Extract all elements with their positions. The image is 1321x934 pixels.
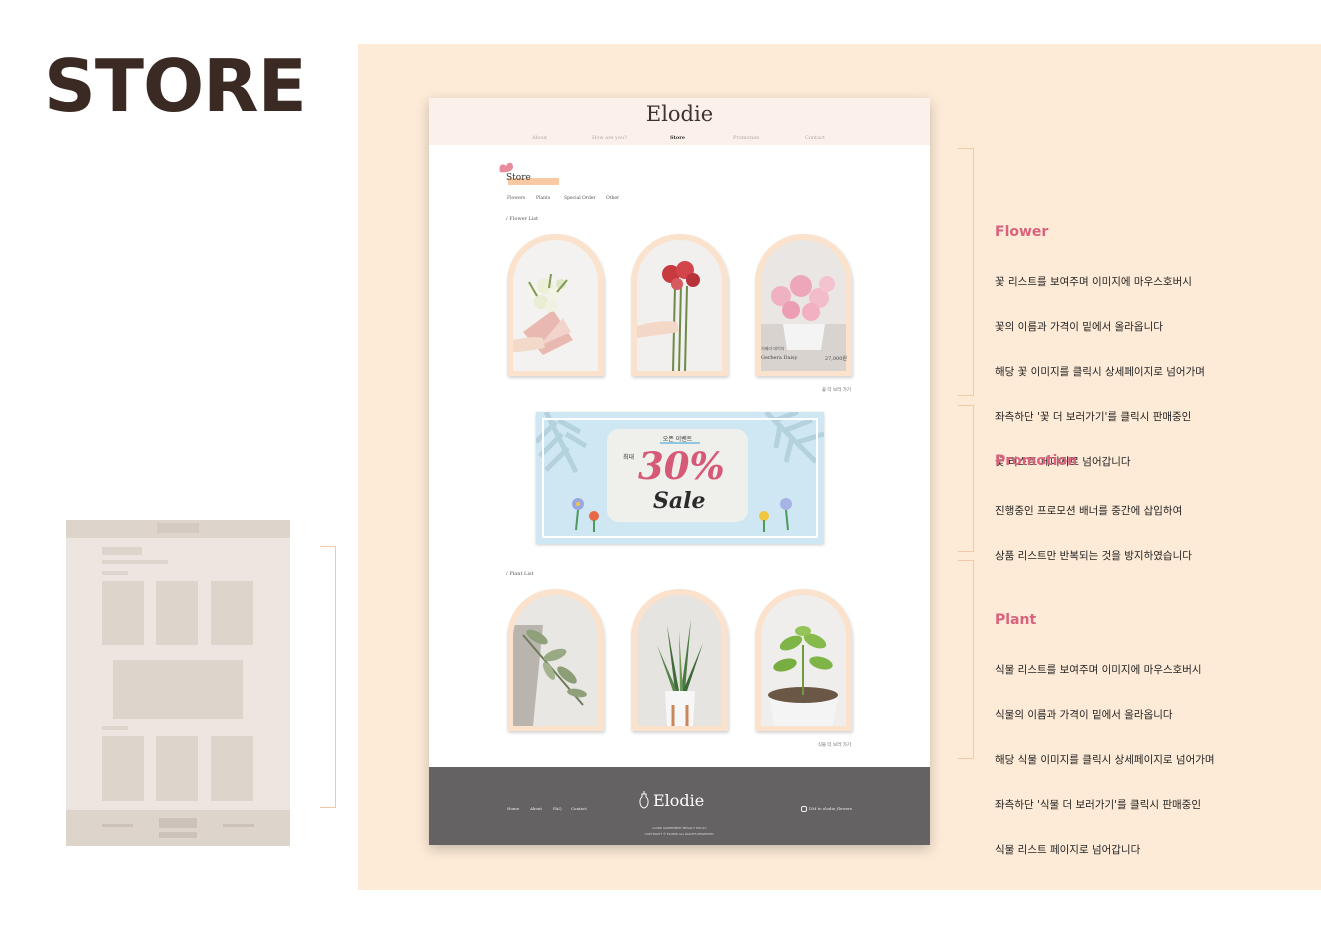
plant-card[interactable] xyxy=(631,589,728,731)
banner-max: 최대 xyxy=(623,454,635,461)
site-logo[interactable]: Elodie xyxy=(429,102,930,126)
hover-price: 27,000원 xyxy=(824,356,847,362)
flower-card[interactable] xyxy=(631,234,728,376)
annotation-line: 식물의 이름과 가격이 밑에서 올라옵니다 xyxy=(995,709,1173,721)
annotation-line: 식물 리스트 페이지로 넘어갑니다 xyxy=(995,844,1141,856)
footer-dm-link[interactable]: DM to elodie_flowers xyxy=(801,806,852,812)
annotation-promotion-title: Promotion xyxy=(995,453,1078,469)
flower-image xyxy=(637,240,722,371)
footer-logo[interactable]: Elodie xyxy=(653,791,704,810)
bottle-icon xyxy=(639,791,649,809)
tab-other[interactable]: Other xyxy=(606,196,619,201)
wireframe-thumbnail xyxy=(66,520,290,846)
flower-image xyxy=(513,240,598,371)
more-flowers-link[interactable]: 꽃 더 보러 가기 xyxy=(822,387,851,393)
footer-policy: GUIDE AGREEMENT PRIVACY POLICY COPYRIGHT… xyxy=(429,825,930,837)
footer-dm-text: DM to elodie_flowers xyxy=(809,806,852,811)
annotation-promotion-text: 진행중인 프로모션 배너를 중간에 삽입하여 상품 리스트만 반복되는 것을 방… xyxy=(995,474,1192,579)
petal-icon xyxy=(499,162,513,173)
annotation-flower-text: 꽃 리스트를 보여주며 이미지에 마우스호버시 꽃의 이름과 가격이 밑에서 올… xyxy=(995,245,1205,485)
nav-contact[interactable]: Contact xyxy=(805,135,825,141)
instagram-icon xyxy=(801,806,807,812)
flower-list-label: / Flower List xyxy=(506,216,539,222)
page-heading: STORE xyxy=(44,44,307,128)
promotion-banner[interactable]: 오픈 이벤트 최대 30% Sale xyxy=(536,412,824,544)
footer: Home About FAQ Contact Elodie DM to elod… xyxy=(429,767,930,845)
annotation-line: 좌측하단 '꽃 더 보러가기'를 클릭시 판매중인 xyxy=(995,411,1192,423)
annotation-line: 식물 리스트를 보여주며 이미지에 마우스호버시 xyxy=(995,664,1202,676)
tab-flowers[interactable]: Flowers xyxy=(507,196,525,201)
annotation-line: 좌측하단 '식물 더 보러가기'를 클릭시 판매중인 xyxy=(995,799,1202,811)
flower-card-hover[interactable]: 거베라 데이지 Gerbera Daisy 27,000원 xyxy=(755,234,852,376)
annotation-line: 상품 리스트만 반복되는 것을 방지하였습니다 xyxy=(995,550,1192,562)
plant-brace xyxy=(958,560,974,759)
nav-how-are-you[interactable]: How are you? xyxy=(592,135,627,141)
annotation-plant-text: 식물 리스트를 보여주며 이미지에 마우스호버시 식물의 이름과 가격이 밑에서… xyxy=(995,633,1215,873)
hover-name-en: Gerbera Daisy xyxy=(761,355,798,361)
tab-special-order[interactable]: Special Order xyxy=(564,196,596,201)
nav-promotion[interactable]: Promotion xyxy=(733,135,759,141)
plant-image xyxy=(761,595,846,726)
nav-about[interactable]: About xyxy=(532,135,547,141)
footer-contact[interactable]: Contact xyxy=(571,806,587,811)
annotation-flower-title: Flower xyxy=(995,224,1049,240)
promotion-brace xyxy=(958,405,974,552)
store-title: Store xyxy=(506,173,531,183)
nav-store[interactable]: Store xyxy=(670,135,685,141)
hover-name-kr: 거베라 데이지 xyxy=(761,346,785,351)
flower-brace xyxy=(958,148,974,396)
tab-plants[interactable]: Plants xyxy=(536,196,550,201)
wireframe-brace xyxy=(320,546,336,808)
more-plants-link[interactable]: 식물 더 보러 가기 xyxy=(818,742,851,748)
banner-sale: Sale xyxy=(653,488,706,514)
banner-percent: 30% xyxy=(638,444,725,488)
annotation-line: 꽃의 이름과 가격이 밑에서 올라옵니다 xyxy=(995,321,1163,333)
top-nav: Elodie About How are you? Store Promotio… xyxy=(429,98,930,145)
footer-about[interactable]: About xyxy=(530,806,542,811)
footer-policy-line2: COPYRIGHT © ELODIE ALL RIGHTS RESERVED. xyxy=(644,832,715,836)
annotation-line: 해당 꽃 이미지를 클릭시 상세페이지로 넘어가며 xyxy=(995,366,1205,378)
annotation-line: 진행중인 프로모션 배너를 중간에 삽입하여 xyxy=(995,505,1183,517)
footer-faq[interactable]: FAQ xyxy=(553,806,562,811)
annotation-plant-title: Plant xyxy=(995,612,1037,628)
plant-card[interactable] xyxy=(507,589,604,731)
footer-home[interactable]: Home xyxy=(507,806,519,811)
banner-event: 오픈 이벤트 xyxy=(662,436,693,443)
flower-card[interactable] xyxy=(507,234,604,376)
plant-card[interactable] xyxy=(755,589,852,731)
annotation-line: 꽃 리스트를 보여주며 이미지에 마우스호버시 xyxy=(995,276,1192,288)
store-page-mockup: Elodie About How are you? Store Promotio… xyxy=(429,98,930,845)
plant-list-label: / Plant List xyxy=(506,571,534,577)
plant-image xyxy=(637,595,722,726)
plant-image xyxy=(513,595,598,726)
annotation-line: 해당 식물 이미지를 클릭시 상세페이지로 넘어가며 xyxy=(995,754,1215,766)
